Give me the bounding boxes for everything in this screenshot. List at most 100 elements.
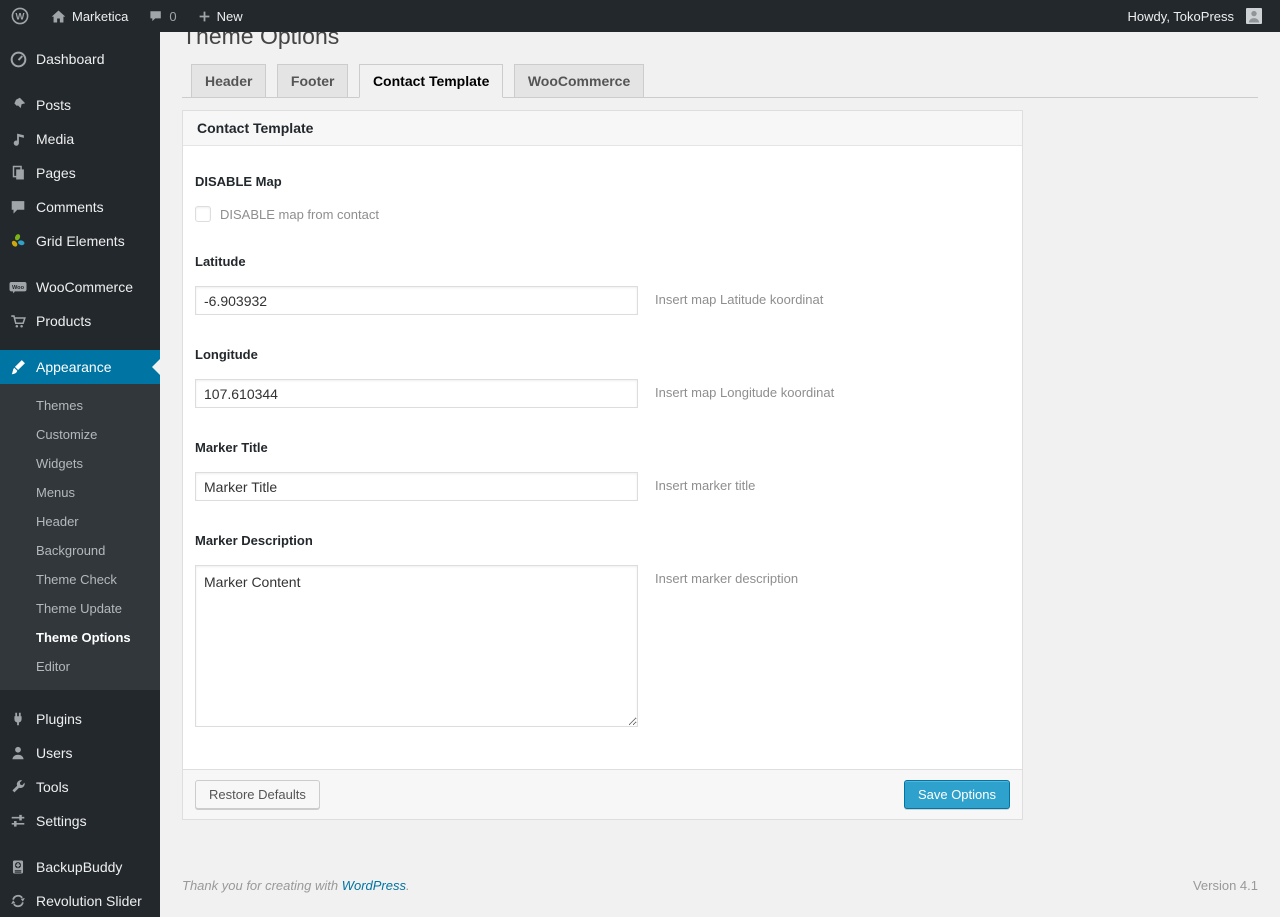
submenu-item-theme-options[interactable]: Theme Options (0, 623, 160, 652)
disable-map-checkbox[interactable] (195, 206, 211, 222)
page-footer: Thank you for creating with WordPress. V… (182, 878, 1258, 907)
latitude-label: Latitude (195, 254, 246, 269)
submenu-item-theme-check[interactable]: Theme Check (0, 565, 160, 594)
sidebar-item-label: Pages (36, 165, 76, 181)
sidebar-item-grid-elements[interactable]: Grid Elements (0, 224, 160, 258)
sidebar-item-settings[interactable]: Settings (0, 804, 160, 838)
sidebar-item-label: Comments (36, 199, 104, 215)
marker-title-label: Marker Title (195, 440, 268, 455)
submenu-item-header[interactable]: Header (0, 507, 160, 536)
field-marker-title: Marker Title Insert marker title (195, 440, 1010, 501)
plus-icon (197, 9, 212, 24)
comment-count: 0 (169, 8, 177, 24)
grid-elements-pinwheel-icon (8, 231, 28, 251)
new-label: New (216, 8, 243, 24)
disable-map-checkbox-label: DISABLE map from contact (220, 206, 379, 222)
tab-footer[interactable]: Footer (276, 64, 349, 98)
tab-contact-template[interactable]: Contact Template (358, 64, 504, 98)
pages-icon (8, 163, 28, 183)
version-text: Version 4.1 (1192, 878, 1258, 893)
wordpress-link[interactable]: WordPress (342, 878, 406, 893)
sidebar-item-revolution-slider[interactable]: Revolution Slider (0, 884, 160, 917)
submenu-item-background[interactable]: Background (0, 536, 160, 565)
marker-description-hint: Insert marker description (655, 571, 799, 586)
sidebar-item-label: Grid Elements (36, 233, 125, 249)
admin-bar: W Marketica 0 New Howdy, TokoPress (0, 0, 1280, 32)
sidebar-item-dashboard[interactable]: Dashboard (0, 42, 160, 76)
submenu-item-widgets[interactable]: Widgets (0, 449, 160, 478)
longitude-input[interactable] (195, 379, 638, 408)
person-icon (8, 743, 28, 763)
panel-footer: Restore Defaults Save Options (183, 769, 1022, 819)
site-name: Marketica (72, 8, 129, 24)
new-content-menu[interactable]: New (187, 0, 253, 32)
submenu-item-theme-update[interactable]: Theme Update (0, 594, 160, 623)
thanks-suffix: . (406, 878, 410, 893)
paintbrush-icon (8, 357, 28, 377)
sliders-icon (8, 811, 28, 831)
sidebar-item-label: WooCommerce (36, 279, 133, 295)
avatar (1246, 8, 1262, 24)
sidebar-item-tools[interactable]: Tools (0, 770, 160, 804)
sidebar-item-media[interactable]: Media (0, 122, 160, 156)
sidebar-item-label: Revolution Slider (36, 893, 142, 909)
tab-header[interactable]: Header (191, 64, 267, 98)
tab-woocommerce[interactable]: WooCommerce (513, 64, 645, 98)
footer-thanks: Thank you for creating with WordPress. (182, 878, 410, 893)
submenu-item-menus[interactable]: Menus (0, 478, 160, 507)
sidebar-item-posts[interactable]: Posts (0, 88, 160, 122)
thanks-prefix: Thank you for creating with (182, 878, 342, 893)
sidebar-item-label: Media (36, 131, 75, 147)
sidebar-item-comments[interactable]: Comments (0, 190, 160, 224)
howdy-text: Howdy, TokoPress (1127, 8, 1234, 24)
marker-title-hint: Insert marker title (655, 478, 756, 493)
pushpin-icon (8, 95, 28, 115)
field-marker-description: Marker Description Marker Content Insert… (195, 533, 1010, 727)
sidebar-item-products[interactable]: Products (0, 304, 160, 338)
sidebar-item-label: Settings (36, 813, 87, 829)
sidebar-item-label: Appearance (36, 359, 112, 375)
field-latitude: Latitude Insert map Latitude koordinat (195, 254, 1010, 315)
sidebar-item-users[interactable]: Users (0, 736, 160, 770)
home-icon (50, 8, 67, 25)
dashboard-icon (8, 49, 28, 69)
my-account-menu[interactable]: Howdy, TokoPress (1118, 0, 1272, 32)
tab-bar: Header Footer Contact Template WooCommer… (182, 64, 1258, 98)
submenu-item-themes[interactable]: Themes (0, 391, 160, 420)
appearance-submenu: Themes Customize Widgets Menus Header Ba… (0, 384, 160, 690)
sidebar-item-label: Tools (36, 779, 69, 795)
save-options-button[interactable]: Save Options (903, 780, 1010, 809)
submenu-item-customize[interactable]: Customize (0, 420, 160, 449)
marker-description-label: Marker Description (195, 533, 313, 548)
contact-template-panel: Contact Template DISABLE Map DISABLE map… (182, 110, 1023, 820)
comments-admin-bar-link[interactable]: 0 (138, 0, 186, 32)
sidebar-item-appearance[interactable]: Appearance (0, 350, 160, 384)
marker-description-textarea[interactable]: Marker Content (195, 565, 638, 727)
sidebar-item-pages[interactable]: Pages (0, 156, 160, 190)
latitude-input[interactable] (195, 286, 638, 315)
backup-drive-icon (8, 857, 28, 877)
field-longitude: Longitude Insert map Longitude koordinat (195, 347, 1010, 408)
wrench-icon (8, 777, 28, 797)
panel-title: Contact Template (183, 111, 1022, 146)
cart-icon (8, 311, 28, 331)
main-content: Theme Options Header Footer Contact Temp… (160, 0, 1280, 907)
sidebar-item-backupbuddy[interactable]: BackupBuddy (0, 850, 160, 884)
sidebar-item-label: Dashboard (36, 51, 105, 67)
field-disable-map: DISABLE Map DISABLE map from contact (195, 174, 1010, 222)
sidebar-item-label: BackupBuddy (36, 859, 123, 875)
longitude-hint: Insert map Longitude koordinat (655, 385, 835, 400)
wordpress-menu[interactable]: W (0, 0, 40, 32)
disable-map-checkbox-row: DISABLE map from contact (195, 206, 1010, 222)
restore-defaults-button[interactable]: Restore Defaults (195, 780, 320, 809)
sidebar-item-woocommerce[interactable]: Woo WooCommerce (0, 270, 160, 304)
submenu-item-editor[interactable]: Editor (0, 652, 160, 681)
plug-icon (8, 709, 28, 729)
wordpress-logo-icon: W (10, 6, 30, 26)
woocommerce-badge-icon: Woo (8, 277, 28, 297)
sidebar-item-plugins[interactable]: Plugins (0, 702, 160, 736)
sidebar-item-label: Posts (36, 97, 72, 113)
svg-text:Woo: Woo (12, 285, 25, 291)
marker-title-input[interactable] (195, 472, 638, 501)
site-name-link[interactable]: Marketica (40, 0, 138, 32)
